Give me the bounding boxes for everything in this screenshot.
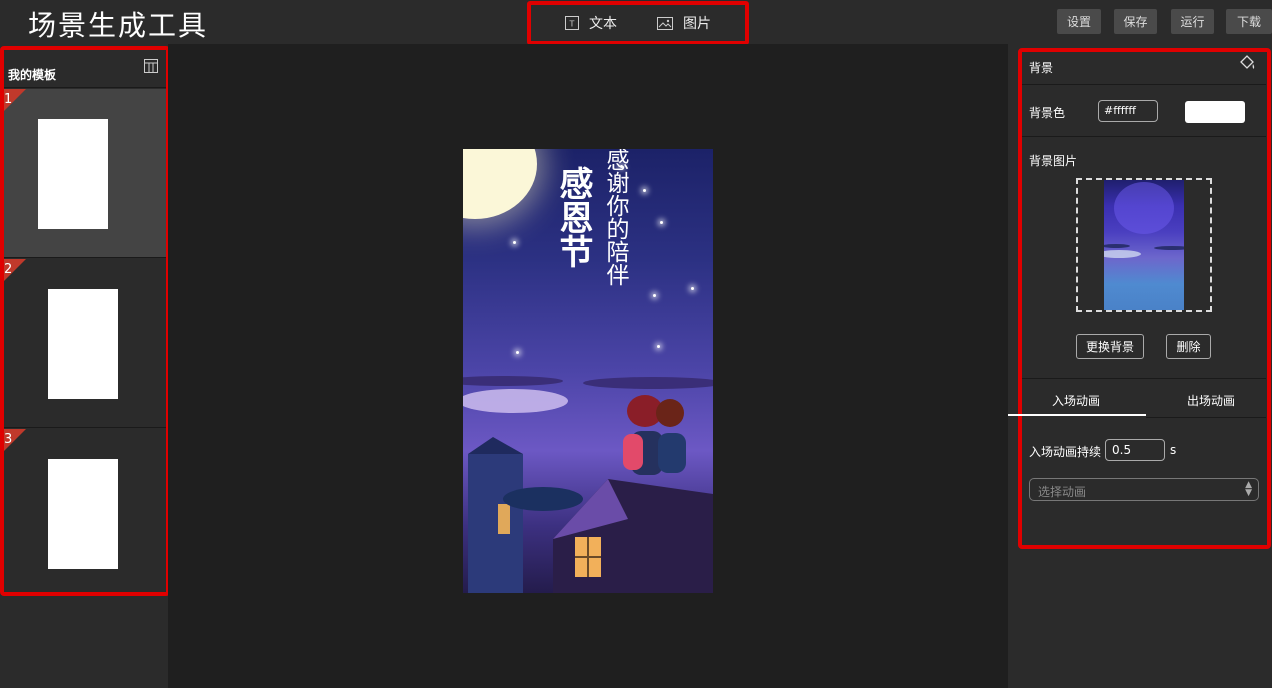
paint-bucket-icon[interactable] <box>1238 55 1256 75</box>
duration-input[interactable]: 0.5 <box>1105 439 1165 461</box>
text-icon: T <box>565 16 579 30</box>
template-item[interactable]: 2 <box>4 259 166 428</box>
insert-image-label: 图片 <box>683 16 711 32</box>
template-item[interactable]: 1 <box>4 89 166 258</box>
background-section-title: 背景 <box>1029 61 1054 75</box>
run-button[interactable]: 运行 <box>1171 9 1214 34</box>
divider <box>1022 136 1266 137</box>
background-color-label: 背景色 <box>1029 106 1066 120</box>
background-color-input[interactable]: #ffffff <box>1098 100 1158 122</box>
template-thumbnail <box>48 289 118 399</box>
color-swatch[interactable] <box>1185 101 1245 123</box>
duration-unit: s <box>1170 443 1177 457</box>
select-arrows-icon: ▲ ▼ <box>1245 480 1252 498</box>
template-number: 1 <box>4 92 13 107</box>
duration-label: 入场动画持续 <box>1029 445 1102 459</box>
top-bar: 场景生成工具 T 文本 图片 设置 保存 运行 下载 <box>0 0 1272 45</box>
template-item[interactable]: 3 <box>4 429 166 592</box>
scene-preview[interactable]: 感恩节 感谢你的陪伴 <box>463 149 713 593</box>
poster-subtitle: 感谢你的陪伴 <box>602 149 630 286</box>
poster-artwork: 感恩节 感谢你的陪伴 <box>463 149 713 593</box>
tab-enter-animation[interactable]: 入场动画 <box>1052 392 1100 409</box>
tab-exit-animation[interactable]: 出场动画 <box>1187 392 1235 409</box>
download-button[interactable]: 下载 <box>1226 9 1272 34</box>
template-list: 我的模板 1 2 3 <box>0 46 170 596</box>
change-background-button[interactable]: 更换背景 <box>1076 334 1144 359</box>
template-number: 3 <box>4 432 13 447</box>
template-title: 我的模板 <box>8 68 57 82</box>
background-image-dropzone[interactable] <box>1076 178 1212 312</box>
insert-toolbar: T 文本 图片 <box>527 1 749 45</box>
template-thumbnail <box>38 119 108 229</box>
background-image-preview <box>1104 180 1184 310</box>
svg-text:T: T <box>569 20 575 29</box>
animation-select-placeholder: 选择动画 <box>1038 485 1087 499</box>
insert-text-button[interactable]: T 文本 <box>565 13 617 33</box>
background-image-label: 背景图片 <box>1029 154 1078 168</box>
delete-background-button[interactable]: 删除 <box>1166 334 1211 359</box>
insert-text-label: 文本 <box>589 16 617 32</box>
poster-title: 感恩节 <box>553 166 593 268</box>
template-header: 我的模板 <box>4 50 166 88</box>
divider <box>1022 84 1266 85</box>
app-title: 场景生成工具 <box>28 9 209 42</box>
template-thumbnail <box>48 459 118 569</box>
settings-button[interactable]: 设置 <box>1057 9 1101 34</box>
divider <box>1022 378 1266 379</box>
template-number: 2 <box>4 262 13 277</box>
active-tab-indicator <box>1008 414 1146 416</box>
layout-icon[interactable] <box>144 58 158 77</box>
save-button[interactable]: 保存 <box>1114 9 1157 34</box>
image-icon <box>657 16 673 30</box>
insert-image-button[interactable]: 图片 <box>657 13 711 33</box>
animation-select[interactable]: 选择动画 ▲ ▼ <box>1029 478 1259 501</box>
divider <box>1146 417 1266 418</box>
